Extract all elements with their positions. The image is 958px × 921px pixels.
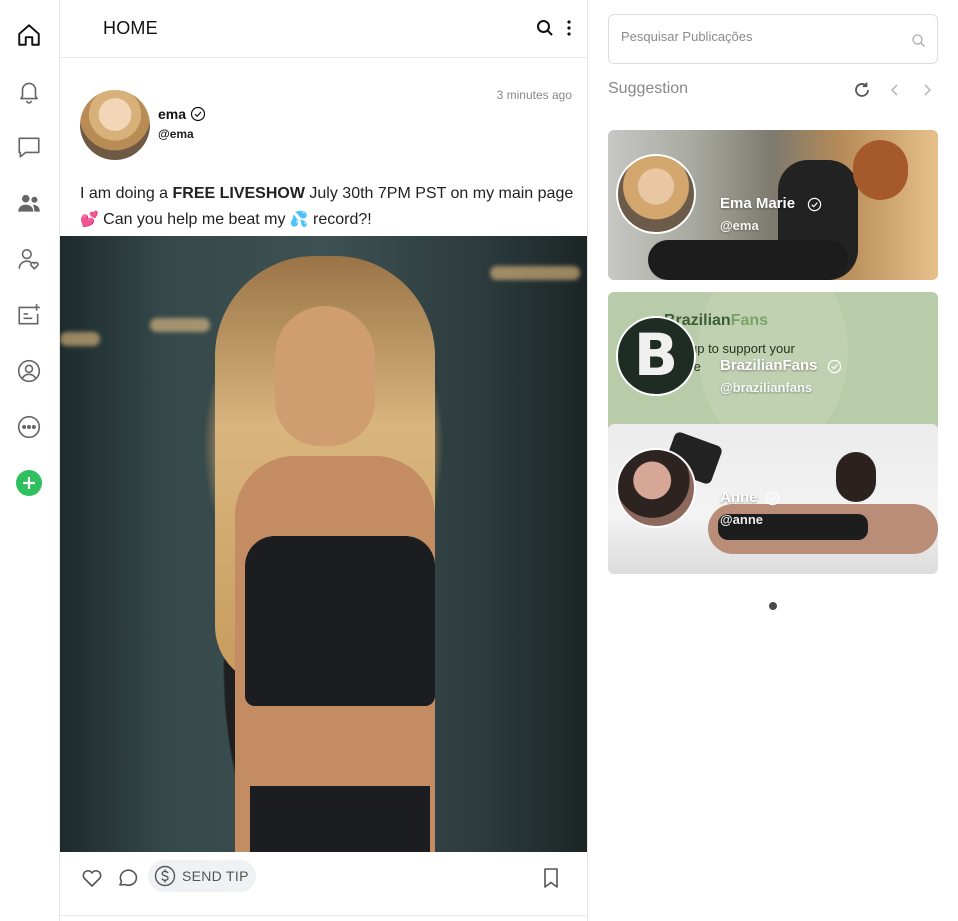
- heart-icon[interactable]: [80, 866, 104, 890]
- post-timestamp: 3 minutes ago: [496, 88, 572, 102]
- verified-icon: [765, 491, 780, 506]
- search-icon[interactable]: [535, 18, 555, 38]
- search-box: [608, 14, 938, 64]
- post-text-part: July 30th 7PM PST on my main page: [304, 185, 574, 202]
- verified-icon: [807, 197, 822, 212]
- post-text-bold: FREE LIVESHOW: [172, 185, 305, 202]
- avatar[interactable]: [616, 154, 696, 234]
- avatar-letter: B: [633, 321, 679, 389]
- refresh-icon[interactable]: [852, 80, 872, 100]
- comment-icon[interactable]: [116, 866, 140, 890]
- card-name[interactable]: BrazilianFans: [720, 357, 818, 374]
- suggestion-title: Suggestion: [608, 80, 689, 97]
- add-post-icon[interactable]: [14, 300, 44, 330]
- left-nav: [0, 0, 60, 921]
- verified-icon: [190, 106, 206, 122]
- hearts-emoji: 💕: [80, 211, 99, 228]
- avatar[interactable]: [80, 90, 150, 160]
- suggestion-card[interactable]: Anne @anne: [608, 424, 938, 574]
- image-light: [60, 332, 100, 346]
- post-text: I am doing a FREE LIVESHOW July 30th 7PM…: [80, 181, 575, 233]
- image-light: [490, 266, 580, 280]
- banner-brand-part: Fans: [730, 312, 769, 329]
- pagination-dot[interactable]: [769, 602, 777, 610]
- verified-icon: [827, 359, 842, 374]
- avatar[interactable]: B: [616, 316, 696, 396]
- card-banner-image: [836, 452, 876, 502]
- more-icon[interactable]: [14, 412, 44, 442]
- suggestion-card[interactable]: Ema Marie @ema: [608, 130, 938, 280]
- droplets-emoji: 💦: [289, 211, 309, 228]
- chevron-right-icon[interactable]: [919, 80, 935, 100]
- chat-icon[interactable]: [14, 132, 44, 162]
- user-heart-icon[interactable]: [14, 244, 44, 274]
- card-name[interactable]: Ema Marie: [720, 195, 795, 212]
- feed: HOME ema @ema 3 minutes ago I am doing a…: [60, 0, 588, 921]
- avatar[interactable]: [616, 448, 696, 528]
- suggestion-card[interactable]: BrazilianFans up to support your te B Bra…: [608, 292, 938, 442]
- post-text-part: record?!: [308, 211, 372, 228]
- page-title: HOME: [103, 18, 158, 38]
- bell-icon[interactable]: [14, 76, 44, 106]
- send-tip-button[interactable]: SEND TIP: [148, 860, 256, 892]
- card-banner-image: [853, 140, 908, 200]
- card-handle: @ema: [720, 218, 759, 233]
- send-tip-label: SEND TIP: [182, 868, 249, 884]
- chevron-left-icon[interactable]: [887, 80, 903, 100]
- profile-icon[interactable]: [14, 356, 44, 386]
- card-handle: @brazilianfans: [720, 380, 813, 395]
- banner-text-line: up to support your: [690, 341, 795, 356]
- post-text-part: I am doing a: [80, 185, 173, 202]
- users-icon[interactable]: [14, 188, 44, 218]
- image-figure: [275, 306, 375, 446]
- post-image[interactable]: [60, 236, 587, 852]
- search-input[interactable]: [621, 29, 901, 44]
- feed-header: HOME: [60, 0, 587, 58]
- more-vertical-icon[interactable]: [560, 18, 578, 38]
- author-name[interactable]: ema: [158, 106, 186, 122]
- image-light: [150, 318, 210, 332]
- card-name[interactable]: Anne: [720, 489, 758, 506]
- post-actions: SEND TIP: [60, 852, 587, 916]
- image-figure: [245, 536, 435, 706]
- home-icon[interactable]: [14, 20, 44, 50]
- image-figure: [250, 786, 430, 852]
- card-handle: @anne: [720, 512, 764, 527]
- author-handle[interactable]: @ema: [158, 127, 194, 141]
- post-text-part: Can you help me beat my: [98, 211, 290, 228]
- plus-icon[interactable]: [14, 468, 44, 498]
- search-icon[interactable]: [911, 33, 926, 48]
- card-banner-image: [648, 240, 848, 280]
- bookmark-icon[interactable]: [540, 866, 562, 890]
- dollar-icon: [154, 865, 176, 887]
- right-sidebar: Suggestion Ema Marie @ema BrazilianFans …: [588, 0, 958, 921]
